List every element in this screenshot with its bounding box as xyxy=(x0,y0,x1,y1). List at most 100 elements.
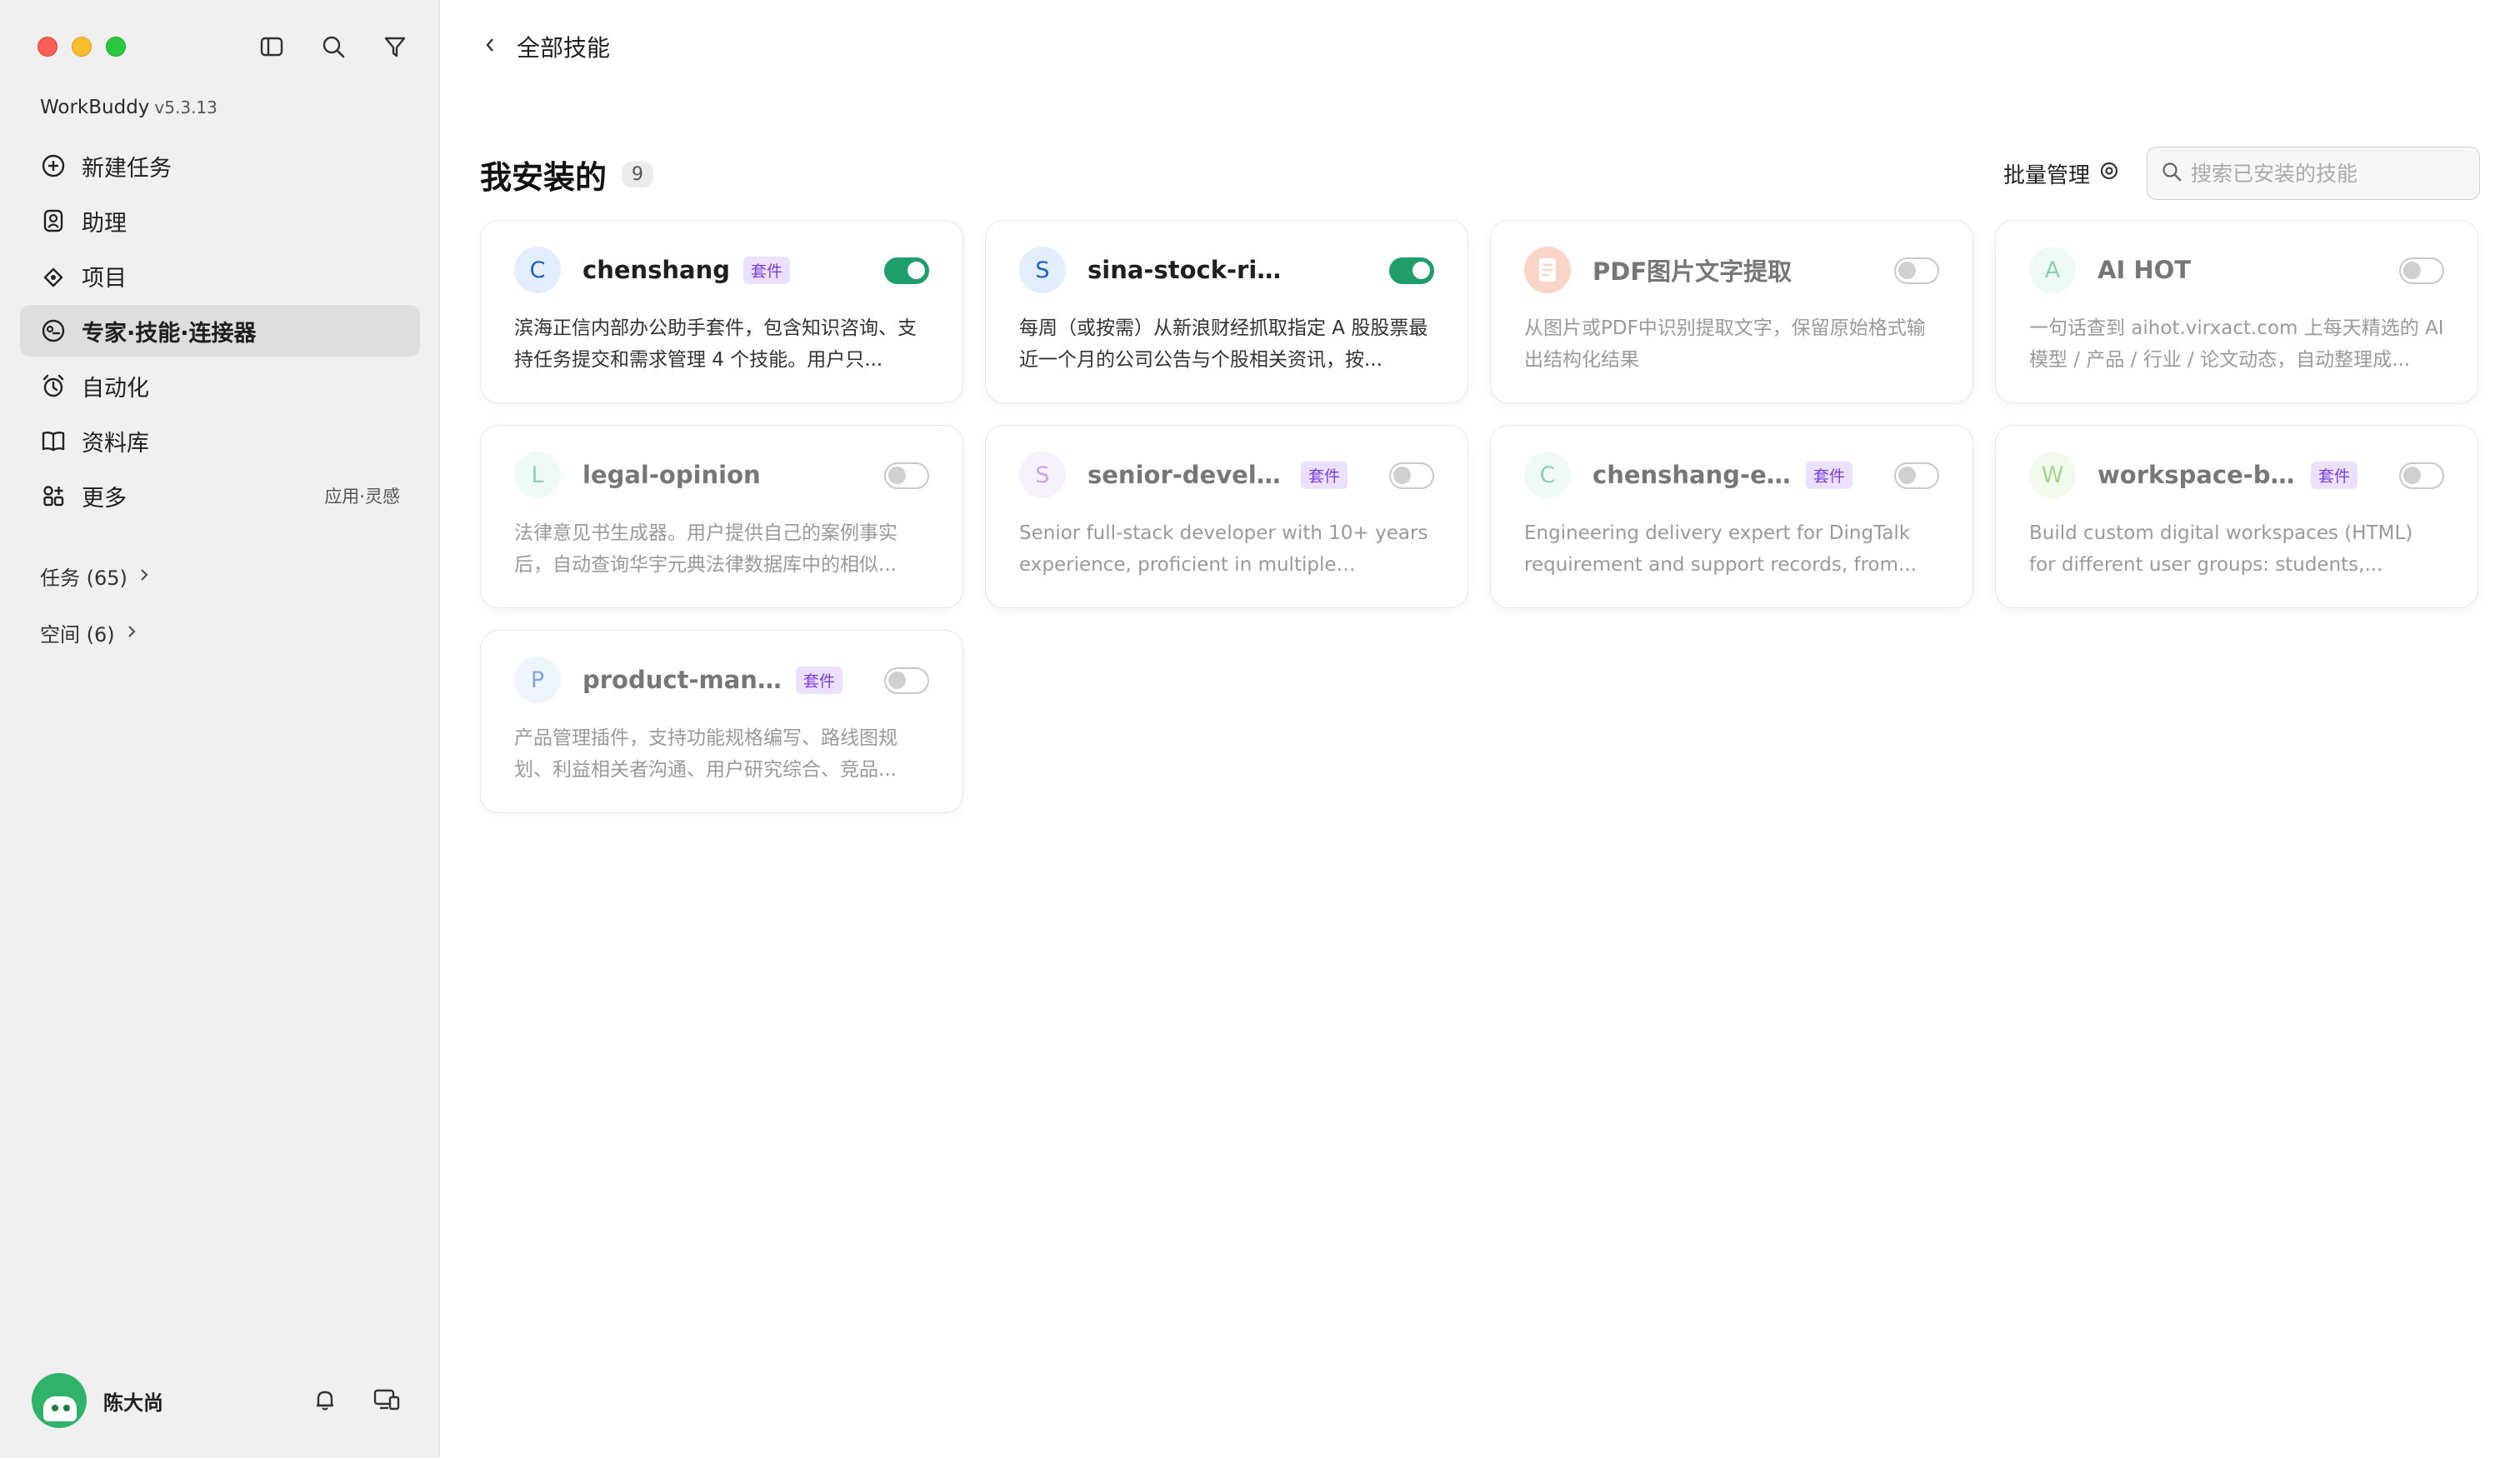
user-name: 陈大尚 xyxy=(103,1391,163,1415)
devices-icon[interactable] xyxy=(372,1385,402,1415)
sidebar-item-experts[interactable]: 专家·技能·连接器 xyxy=(20,305,420,357)
card-header: PDF图片文字提取 xyxy=(1524,246,1939,294)
skill-toggle[interactable] xyxy=(1389,257,1434,284)
skill-card[interactable]: PDF图片文字提取 从图片或PDF中识别提取文字，保留原始格式输出结构化结果 xyxy=(1490,220,1973,403)
skill-toggle[interactable] xyxy=(1389,462,1434,489)
maximize-window-button[interactable] xyxy=(106,37,126,57)
toggle-knob xyxy=(2403,262,2421,279)
toggle-sidebar-icon[interactable] xyxy=(257,32,287,62)
sidebar-toolbar xyxy=(257,32,410,62)
chevron-right-icon xyxy=(125,622,138,645)
group-spaces[interactable]: 空间 (6) xyxy=(40,618,138,647)
apps-icon xyxy=(40,482,67,509)
document-icon xyxy=(1524,247,1571,293)
toggle-knob xyxy=(2403,467,2421,484)
skill-avatar: C xyxy=(1524,452,1571,498)
skill-name: senior-develo... xyxy=(1088,461,1288,489)
card-header: Llegal-opinion xyxy=(514,451,929,499)
skill-description: Senior full-stack developer with 10+ yea… xyxy=(1019,522,1428,576)
search-box xyxy=(2147,147,2480,200)
skill-card[interactable]: Cchenshang 套件 滨海正信内部办公助手套件，包含知识咨询、支持任务提交和需… xyxy=(480,220,963,403)
app-brand: WorkBuddy v5.3.13 xyxy=(40,97,218,118)
sidebar-item-project[interactable]: 项目 xyxy=(20,250,420,302)
assistant-icon xyxy=(40,207,67,234)
sidebar-item-label: 资料库 xyxy=(82,430,149,457)
skill-toggle[interactable] xyxy=(2399,257,2444,284)
sidebar-item-more[interactable]: 更多 应用·灵感 xyxy=(20,470,420,522)
skill-avatar: S xyxy=(1019,452,1066,498)
skill-toggle[interactable] xyxy=(884,257,929,284)
filter-icon[interactable] xyxy=(380,32,410,62)
bell-icon[interactable] xyxy=(310,1385,340,1415)
app-version: v5.3.13 xyxy=(154,97,218,117)
skill-avatar: A xyxy=(2029,247,2076,293)
skill-description: Build custom digital workspaces (HTML) f… xyxy=(2029,522,2413,576)
batch-manage-button[interactable]: 批量管理 xyxy=(2003,158,2120,189)
skill-card[interactable]: Wworkspace-bu... 套件 Build custom digital w… xyxy=(1995,425,2478,608)
chevron-left-icon xyxy=(483,33,497,61)
app-name: WorkBuddy xyxy=(40,97,150,118)
search-icon[interactable] xyxy=(318,32,348,62)
skill-name: chenshang-en... xyxy=(1592,461,1792,489)
suite-badge: 套件 xyxy=(1301,461,1348,489)
skill-toggle[interactable] xyxy=(884,667,929,694)
skill-toggle[interactable] xyxy=(2399,462,2444,489)
settings-icon xyxy=(2098,160,2120,187)
toggle-knob xyxy=(888,467,906,484)
skill-card[interactable]: Llegal-opinion 法律意见书生成器。用户提供自己的案例事实后，自动查询… xyxy=(480,425,963,608)
toggle-knob xyxy=(1898,262,1916,279)
skill-name: legal-opinion xyxy=(582,461,761,489)
close-window-button[interactable] xyxy=(38,37,58,57)
skill-card[interactable]: Cchenshang-en... 套件 Engineering delivery e… xyxy=(1490,425,1973,608)
skill-avatar: L xyxy=(514,452,561,498)
skill-toggle[interactable] xyxy=(884,462,929,489)
sidebar-item-label: 项目 xyxy=(82,265,127,292)
card-header: A AI HOT xyxy=(2029,246,2444,294)
skill-name: AI HOT xyxy=(2098,256,2192,284)
group-tasks[interactable]: 任务 (65) xyxy=(40,562,151,591)
skill-card[interactable]: Pproduct-mana... 套件产品管理插件，支持功能规格编写、路线图规划、… xyxy=(480,630,963,813)
skill-avatar: S xyxy=(1019,247,1066,293)
toggle-knob xyxy=(908,262,925,279)
sidebar-item-library[interactable]: 资料库 xyxy=(20,415,420,467)
project-icon xyxy=(40,262,67,289)
sidebar: WorkBuddy v5.3.13 新建任务 助理 项目 专家·技能·连接器 自动… xyxy=(0,0,440,1458)
skill-card[interactable]: Ssenior-develo... 套件 Senior full-stack dev… xyxy=(985,425,1468,608)
skill-avatar: W xyxy=(2029,452,2076,498)
card-header: Ssenior-develo... 套件 xyxy=(1019,451,1434,499)
suite-badge: 套件 xyxy=(2311,461,2358,489)
skill-description: Engineering delivery expert for DingTalk… xyxy=(1524,522,1917,576)
skill-card[interactable]: Ssina-stock-risk-rep... 每周（或按需）从新浪财经抓取指定 … xyxy=(985,220,1468,403)
skill-avatar: P xyxy=(514,657,561,703)
group-tasks-label: 任务 (65) xyxy=(40,567,128,590)
card-header: Cchenshang-en... 套件 xyxy=(1524,451,1939,499)
skill-description: 法律意见书生成器。用户提供自己的案例事实后，自动查询华宇元典法律数据库中的相似.… xyxy=(514,522,898,576)
toggle-knob xyxy=(1393,467,1411,484)
sidebar-item-new-task[interactable]: 新建任务 xyxy=(20,140,420,192)
minimize-window-button[interactable] xyxy=(72,37,92,57)
card-header: Cchenshang 套件 xyxy=(514,246,929,294)
page-title: 我安装的 xyxy=(480,159,608,196)
skill-toggle[interactable] xyxy=(1894,257,1939,284)
skill-name: sina-stock-risk-rep... xyxy=(1088,256,1288,284)
more-extra-link[interactable]: 应用·灵感 xyxy=(324,483,400,508)
batch-manage-label: 批量管理 xyxy=(2003,163,2091,188)
card-header: Ssina-stock-risk-rep... xyxy=(1019,246,1434,294)
sidebar-item-label: 自动化 xyxy=(82,375,149,402)
sidebar-item-label: 专家·技能·连接器 xyxy=(82,320,257,347)
back-link[interactable]: 全部技能 xyxy=(483,30,610,63)
skill-description: 产品管理插件，支持功能规格编写、路线图规划、利益相关者沟通、用户研究综合、竞品.… xyxy=(514,727,898,781)
skill-name: chenshang xyxy=(582,256,731,284)
suite-badge: 套件 xyxy=(796,666,843,694)
user-profile[interactable]: 陈大尚 xyxy=(32,1373,163,1428)
skill-name: product-mana... xyxy=(582,666,782,694)
search-input[interactable] xyxy=(2191,161,2466,186)
skill-avatar: C xyxy=(514,247,561,293)
skill-card[interactable]: A AI HOT 一句话查到 aihot.virxact.com 上每天精选的 AI… xyxy=(1995,220,2478,403)
skill-description: 一句话查到 aihot.virxact.com 上每天精选的 AI 模型 / 产… xyxy=(2029,317,2444,371)
sidebar-item-assistant[interactable]: 助理 xyxy=(20,195,420,247)
plus-circle-icon xyxy=(40,152,67,179)
sidebar-item-automation[interactable]: 自动化 xyxy=(20,360,420,412)
skill-toggle[interactable] xyxy=(1894,462,1939,489)
group-spaces-label: 空间 (6) xyxy=(40,623,115,647)
